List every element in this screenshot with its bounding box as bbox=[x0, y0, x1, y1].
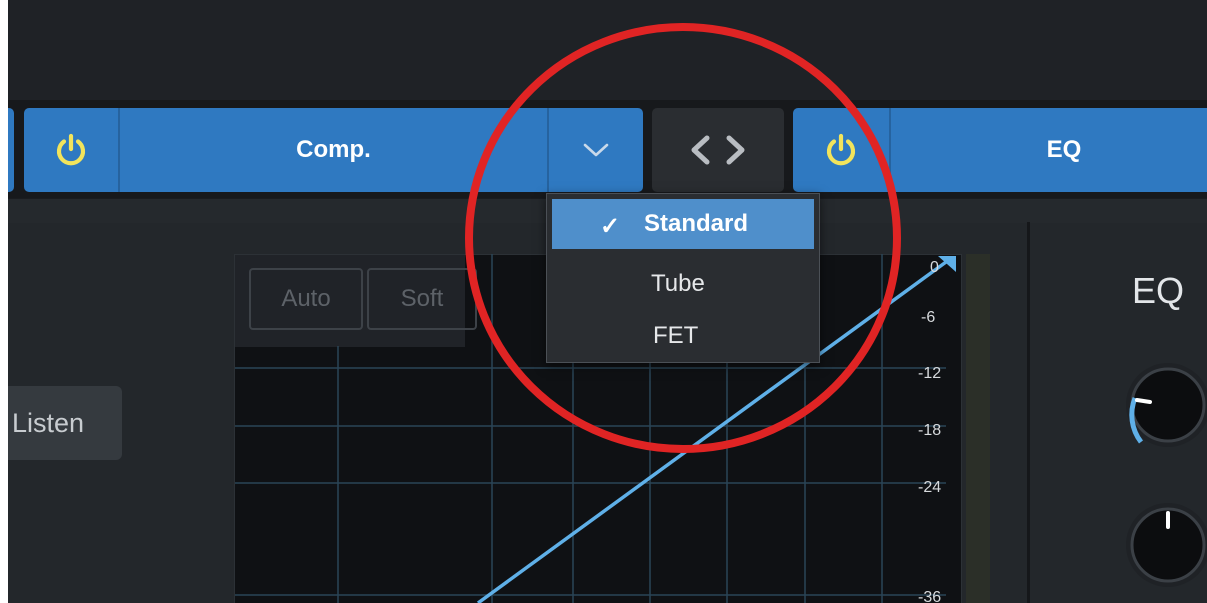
menu-item-tube[interactable]: Tube bbox=[552, 256, 814, 306]
module-nav-button[interactable] bbox=[652, 108, 784, 192]
soft-button[interactable]: Soft bbox=[367, 268, 477, 330]
comp-module: Comp. bbox=[24, 108, 643, 192]
menu-item-fet[interactable]: FET bbox=[552, 308, 814, 358]
eq-module: EQ bbox=[793, 108, 1207, 192]
comp-type-dropdown-button[interactable] bbox=[547, 108, 643, 192]
comp-module-title[interactable]: Comp. bbox=[120, 108, 547, 192]
comp-type-menu: ✓ Standard Tube FET bbox=[546, 193, 820, 363]
menu-item-label: Tube bbox=[651, 270, 705, 297]
eq-module-title[interactable]: EQ bbox=[891, 108, 1207, 192]
comp-power-button[interactable] bbox=[24, 108, 120, 192]
checkmark-icon: ✓ bbox=[600, 213, 621, 240]
eq-power-button[interactable] bbox=[793, 108, 891, 192]
power-icon bbox=[826, 133, 856, 166]
top-toolbar bbox=[8, 0, 1207, 100]
menu-item-label: Standard bbox=[644, 210, 749, 237]
power-icon bbox=[56, 133, 86, 166]
listen-button[interactable]: Listen bbox=[8, 386, 122, 460]
chevron-down-icon bbox=[583, 143, 609, 157]
previous-module-edge[interactable] bbox=[8, 108, 14, 192]
auto-button[interactable]: Auto bbox=[249, 268, 363, 330]
menu-item-standard[interactable]: ✓ Standard bbox=[552, 199, 814, 249]
eq-panel-label: EQ bbox=[1132, 270, 1185, 311]
graph-mode-area: Auto Soft bbox=[235, 255, 477, 347]
code-arrows-icon bbox=[691, 135, 745, 165]
panel-divider bbox=[1027, 222, 1030, 603]
module-strip: Comp. EQ bbox=[8, 100, 1207, 198]
menu-item-label: FET bbox=[653, 322, 699, 349]
level-meter bbox=[966, 254, 990, 603]
